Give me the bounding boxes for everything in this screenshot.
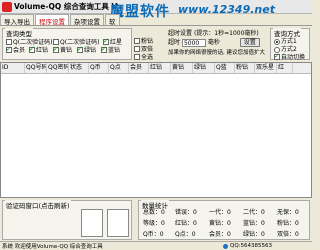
col-yellow-diamond[interactable]: 黄钻 <box>171 63 193 73</box>
window-title: Volume-QQ 综合查询工具 V <box>14 2 118 11</box>
col-q-point[interactable]: Q点 <box>109 63 129 73</box>
col-status[interactable]: 状态 <box>69 63 89 73</box>
option-blue-diamond[interactable]: 蓝钻 <box>101 45 120 54</box>
col-double-star[interactable]: 双乐星 <box>255 63 277 73</box>
stats-panel: 数量统计 总数：0 错误：0 一代：0 二代：0 无保：0 等级：0 红钻：0 … <box>138 200 310 240</box>
checkbox-icon[interactable] <box>29 45 35 53</box>
timeout-label: 超时设置 <box>168 30 193 37</box>
col-red[interactable]: 红 <box>277 63 293 73</box>
col-red-diamond[interactable]: 红钻 <box>149 63 171 73</box>
query-type-panel: 查询类型 Q(二次验证码) Q(二次验证码) 红星 会员 红钻 黄钻 绿钻 蓝钻… <box>2 28 132 60</box>
checkbox-icon[interactable] <box>6 45 12 53</box>
col-vip[interactable]: 会员 <box>129 63 149 73</box>
tab-program-settings[interactable]: 程序设置 <box>35 14 69 26</box>
checkbox-icon[interactable] <box>53 45 59 53</box>
timeout-note: 加果你的网络很慢的话, 建议您加值扩大 <box>168 50 265 56</box>
app-icon <box>2 1 12 12</box>
stat-yellow-diamond: 黄钻：0 <box>209 220 231 227</box>
captcha-image-2[interactable] <box>107 209 129 237</box>
tab-software[interactable]: 软 <box>105 14 120 26</box>
query-method-panel: 查询方式 方式1 方式2 自动切换 <box>270 28 310 61</box>
qq-icon <box>222 243 228 249</box>
results-table[interactable]: ID QQ号码 QQ密码 状态 Q币 Q点 会员 红钻 黄钻 绿钻 Q蓝 粉钻 … <box>0 62 312 198</box>
stat-double: 双倍：0 <box>277 231 299 238</box>
auto-switch-option[interactable]: 自动切换 <box>274 52 305 61</box>
captcha-image[interactable] <box>81 209 103 237</box>
stat-pink-diamond: 粉钻：0 <box>277 220 299 227</box>
stat-level: 等级：0 <box>143 220 165 227</box>
status-bar: 系统 欢迎使用Volume-QQ 综合查询工具 QQ:564385563 <box>0 241 312 250</box>
status-message: 系统 欢迎使用Volume-QQ 综合查询工具 <box>2 244 103 250</box>
checkbox-icon[interactable] <box>134 45 140 52</box>
option-select-all[interactable]: 全选 <box>134 52 153 61</box>
timeout-input[interactable]: 5000 <box>181 38 206 47</box>
timeout-panel: 超时设置 (提示：1秒=1000毫秒) 超时 5000 毫秒 设置 加果你的网络… <box>168 28 268 60</box>
col-pink-diamond[interactable]: 粉钻 <box>235 63 255 73</box>
col-q-coin[interactable]: Q币 <box>89 63 109 73</box>
option-vip[interactable]: 会员 <box>6 45 25 54</box>
stat-gen1: 一代：0 <box>209 209 231 216</box>
stat-green-diamond: 绿钻：0 <box>243 231 265 238</box>
stat-q-coin: Q币：0 <box>143 231 164 238</box>
checkbox-icon[interactable] <box>134 37 140 44</box>
checkbox-icon[interactable] <box>101 45 107 53</box>
timeout-hint: (提示：1秒=1000毫秒) <box>193 30 259 37</box>
stat-error: 错误：0 <box>175 209 197 216</box>
checkbox-icon[interactable] <box>134 53 140 60</box>
stat-vip: 会员：0 <box>209 231 231 238</box>
option-red-diamond[interactable]: 红钻 <box>29 45 48 54</box>
col-qq-password[interactable]: QQ密码 <box>47 63 69 73</box>
captcha-panel: 验证码窗口(点击刷新) <box>2 200 132 240</box>
option-green-diamond[interactable]: 绿钻 <box>77 45 96 54</box>
col-id[interactable]: ID <box>1 63 25 73</box>
timeout-unit: 毫秒 <box>207 39 220 46</box>
col-q-blue[interactable]: Q蓝 <box>215 63 235 73</box>
col-qq-number[interactable]: QQ号码 <box>25 63 47 73</box>
stat-red-diamond: 红钻：0 <box>175 220 197 227</box>
timeout-field-label: 超时 <box>168 39 181 46</box>
extra-options: 粉钻 双倍 全选 <box>134 36 154 61</box>
stat-blue-diamond: 蓝钻：0 <box>243 220 265 227</box>
checkbox-icon[interactable] <box>274 52 280 60</box>
status-contact: QQ:564385563 <box>222 243 272 249</box>
captcha-title[interactable]: 验证码窗口(点击刷新) <box>5 200 71 210</box>
tab-import-export[interactable]: 导入导出 <box>0 14 34 26</box>
stat-no-protect: 无保：0 <box>277 209 299 216</box>
option-yellow-diamond[interactable]: 黄钻 <box>53 45 72 54</box>
stat-q-point: Q点：0 <box>175 231 196 238</box>
tab-bar: 导入导出 程序设置 杂项设置 软 <box>0 14 312 26</box>
stat-total: 总数：0 <box>143 209 165 216</box>
tab-misc-settings[interactable]: 杂项设置 <box>70 14 104 26</box>
table-header: ID QQ号码 QQ密码 状态 Q币 Q点 会员 红钻 黄钻 绿钻 Q蓝 粉钻 … <box>1 63 311 74</box>
checkbox-icon[interactable] <box>77 45 83 53</box>
stat-gen2: 二代：0 <box>243 209 265 216</box>
col-green-diamond[interactable]: 绿钻 <box>193 63 215 73</box>
set-button[interactable]: 设置 <box>239 38 260 47</box>
